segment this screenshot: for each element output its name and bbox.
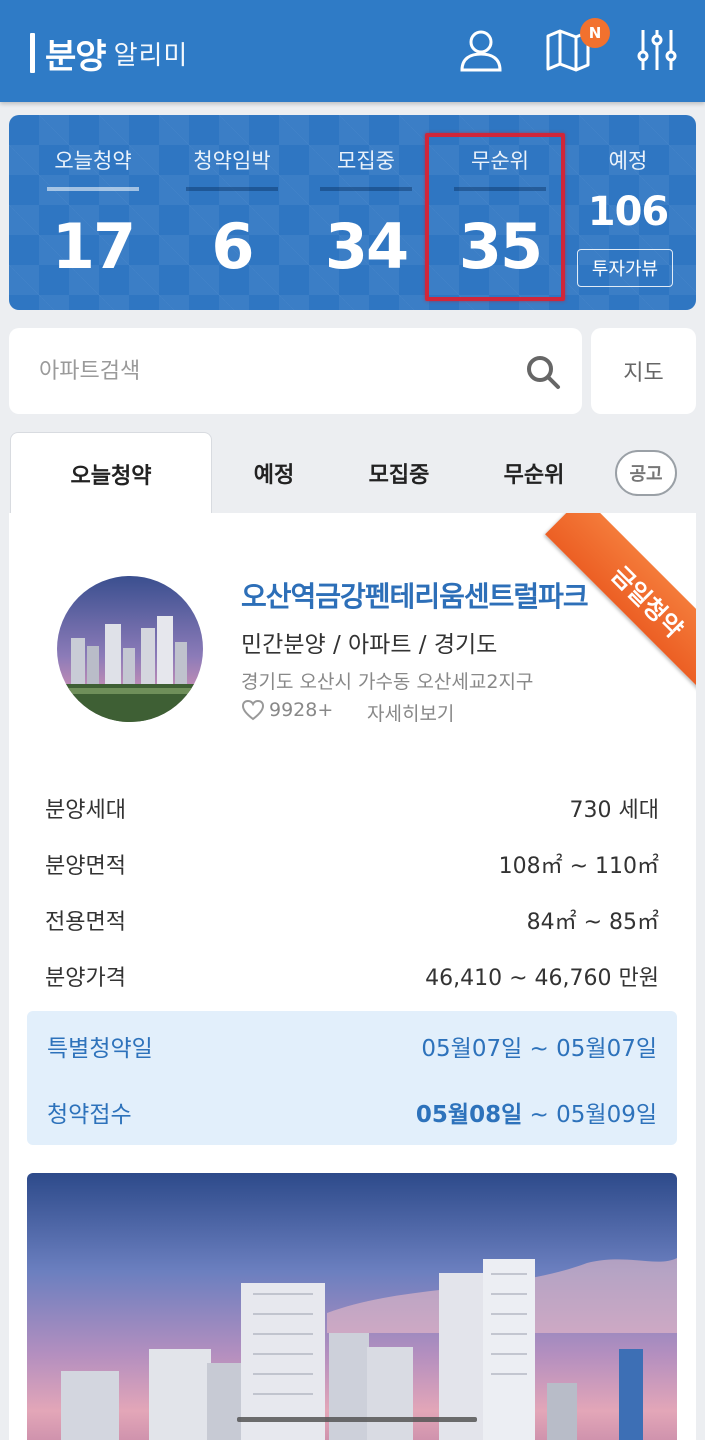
highlight-annotation — [425, 133, 565, 301]
stat-value: 17 — [51, 210, 136, 283]
likes-count: 9928+ — [269, 699, 334, 721]
info-row-exclusive-area: 전용면적 84㎡ ~ 85㎡ — [45, 904, 659, 938]
application-start: 05월08일 — [415, 1102, 523, 1128]
listing-card[interactable]: 금일청약 오산역금강펜테리움센트럴파크 민간분양 / 아파트 / 경기도 경기도… — [9, 513, 696, 1440]
stat-underline — [186, 187, 278, 191]
stat-label: 청약임박 — [193, 149, 271, 173]
app-logo[interactable]: 분양 알리미 — [30, 30, 189, 77]
info-row-price: 분양가격 46,410 ~ 46,760 만원 — [45, 960, 659, 994]
info-key: 분양면적 — [45, 854, 126, 879]
tab-recruiting[interactable]: 모집중 — [349, 432, 449, 514]
notification-badge: N — [580, 18, 610, 48]
special-date-value: 05월07일 ~ 05월07일 — [421, 1036, 657, 1062]
search-input[interactable] — [39, 350, 499, 392]
stats-panel: 오늘청약 17 청약임박 6 모집중 34 무순위 35 예정 106 투자가뷰 — [9, 115, 696, 310]
info-key: 분양세대 — [45, 798, 126, 823]
heart-icon — [241, 699, 265, 721]
logo-sub-text: 알리미 — [113, 40, 189, 71]
stat-value: 106 — [587, 189, 670, 235]
schedule-box: 특별청약일 05월07일 ~ 05월07일 청약접수 05월08일 ~ 05월0… — [27, 1011, 677, 1145]
special-date-key: 특별청약일 — [47, 1036, 153, 1062]
settings-sliders-icon[interactable] — [633, 26, 681, 74]
notice-button[interactable]: 공고 — [615, 450, 677, 496]
application-end: ~ 05월09일 — [522, 1102, 657, 1128]
apartment-thumbnail[interactable] — [57, 576, 203, 722]
application-key: 청약접수 — [47, 1102, 132, 1128]
info-value: 46,410 ~ 46,760 만원 — [425, 966, 659, 991]
tab-bar: 오늘청약 예정 모집중 무순위 — [9, 432, 696, 514]
search-box — [9, 328, 582, 414]
apartment-photo[interactable] — [27, 1173, 677, 1440]
application-value: 05월08일 ~ 05월09일 — [416, 1095, 657, 1129]
map-button[interactable]: 지도 — [591, 328, 696, 414]
search-icon[interactable] — [524, 353, 562, 391]
app-header: 분양 알리미 N — [0, 0, 705, 102]
logo-main-text: 분양 — [45, 36, 107, 77]
detail-link[interactable]: 자세히보기 — [367, 699, 454, 726]
apartment-type: 민간분양 / 아파트 / 경기도 — [241, 632, 498, 658]
stat-value: 6 — [211, 210, 254, 283]
info-value: 730 세대 — [569, 798, 659, 823]
tab-unranked[interactable]: 무순위 — [484, 432, 584, 514]
stat-underline — [47, 187, 139, 191]
stat-value: 34 — [324, 210, 409, 283]
info-key: 분양가격 — [45, 966, 126, 991]
logo-bar — [30, 33, 35, 73]
tab-upcoming[interactable]: 예정 — [224, 432, 324, 514]
info-value: 108㎡ ~ 110㎡ — [498, 854, 659, 879]
info-key: 전용면적 — [45, 910, 126, 935]
tab-today[interactable]: 오늘청약 — [10, 432, 212, 514]
stat-label: 모집중 — [337, 149, 395, 173]
invest-review-button[interactable]: 투자가뷰 — [577, 249, 673, 287]
likes[interactable]: 9928+ — [241, 699, 333, 721]
stat-label: 오늘청약 — [54, 149, 132, 173]
apartment-address: 경기도 오산시 가수동 오산세교2지구 — [241, 671, 534, 693]
stat-label: 예정 — [608, 149, 648, 173]
info-value: 84㎡ ~ 85㎡ — [526, 910, 659, 935]
info-row-units: 분양세대 730 세대 — [45, 792, 659, 826]
stat-underline — [320, 187, 412, 191]
apartment-title[interactable]: 오산역금강펜테리움센트럴파크 — [241, 575, 589, 615]
user-icon[interactable] — [457, 26, 505, 74]
info-row-area: 분양면적 108㎡ ~ 110㎡ — [45, 848, 659, 882]
